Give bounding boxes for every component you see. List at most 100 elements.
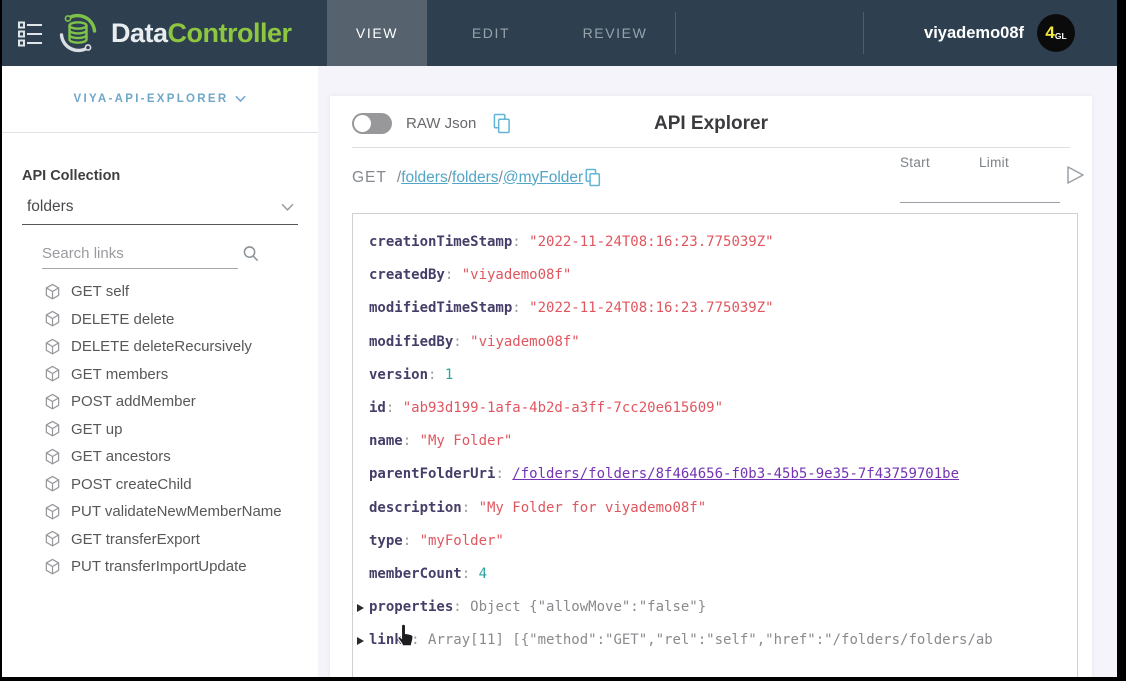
json-row-type: type: "myFolder"	[353, 525, 1077, 558]
collection-selector[interactable]: VIYA-API-EXPLORER	[2, 66, 318, 133]
copy-icon[interactable]	[493, 113, 511, 134]
json-value: "My Folder for viyademo08f"	[479, 500, 707, 516]
cube-icon	[44, 283, 61, 301]
json-row-modifiedTimeStamp: modifiedTimeStamp: "2022-11-24T08:16:23.…	[353, 292, 1077, 325]
search-links-input[interactable]	[42, 245, 241, 262]
json-key: modifiedTimeStamp	[369, 300, 512, 316]
sidebar-link-transferImportUpdate[interactable]: PUT transferImportUpdate	[44, 553, 298, 581]
badge-number: 4	[1045, 23, 1054, 43]
link-label: GET members	[71, 366, 168, 383]
json-row-parentFolderUri: parentFolderUri: /folders/folders/8f4646…	[353, 458, 1077, 491]
cube-icon	[44, 338, 61, 356]
json-colon: :	[512, 300, 529, 316]
path-segment-folders[interactable]: folders	[401, 169, 448, 187]
chevron-down-icon	[281, 203, 294, 212]
json-value[interactable]: /folders/folders/8f464656-f0b3-45b5-9e35…	[512, 466, 959, 482]
expander-icon[interactable]	[357, 637, 364, 645]
tab-review[interactable]: REVIEW	[555, 0, 675, 66]
tab-view[interactable]: VIEW	[327, 0, 427, 66]
json-colon: :	[403, 433, 420, 449]
api-collection-value: folders	[27, 198, 74, 216]
json-value: "viyademo08f"	[470, 334, 580, 350]
sidebar-link-transferExport[interactable]: GET transferExport	[44, 526, 298, 554]
json-key: modifiedBy	[369, 334, 453, 350]
cube-icon	[44, 393, 61, 411]
json-value: "2022-11-24T08:16:23.775039Z"	[529, 234, 773, 250]
json-row-description: description: "My Folder for viyademo08f"	[353, 492, 1077, 525]
json-row-version: version: 1	[353, 359, 1077, 392]
sidebar-link-delete[interactable]: DELETE delete	[44, 306, 298, 334]
json-key: description	[369, 500, 462, 516]
sidebar-link-addMember[interactable]: POST addMember	[44, 388, 298, 416]
limit-label: Limit	[979, 155, 1009, 170]
sidebar-body: API Collection folders GET se	[2, 168, 318, 581]
link-label: DELETE deleteRecursively	[71, 338, 252, 355]
card-header: RAW Json API Explorer	[352, 96, 1070, 148]
page-title: API Explorer	[654, 113, 768, 135]
json-colon: :	[403, 533, 420, 549]
json-key[interactable]: links	[369, 632, 411, 648]
sidebar: VIYA-API-EXPLORER API Collection folders	[2, 66, 318, 677]
expander-icon[interactable]	[357, 604, 364, 612]
json-key[interactable]: properties	[369, 599, 453, 615]
link-label: POST addMember	[71, 393, 196, 410]
api-collection-label: API Collection	[22, 168, 298, 184]
paging-input[interactable]	[900, 202, 1060, 203]
sidebar-link-up[interactable]: GET up	[44, 416, 298, 444]
sidebar-link-createChild[interactable]: POST createChild	[44, 471, 298, 499]
execute-request-button[interactable]	[1064, 164, 1086, 186]
link-label: PUT validateNewMemberName	[71, 503, 282, 520]
link-label: DELETE delete	[71, 311, 174, 328]
copy-icon[interactable]	[585, 168, 601, 187]
cube-icon	[44, 420, 61, 438]
search-icon[interactable]	[241, 244, 260, 263]
json-colon: :	[495, 466, 512, 482]
brand-wordmark: DataController	[111, 18, 292, 49]
json-value: "My Folder"	[420, 433, 513, 449]
json-key: createdBy	[369, 267, 445, 283]
json-key: parentFolderUri	[369, 466, 495, 482]
json-value: "2022-11-24T08:16:23.775039Z"	[529, 300, 773, 316]
toggle-knob	[354, 115, 371, 132]
cube-icon	[44, 530, 61, 548]
chevron-down-icon	[235, 95, 246, 103]
sidebar-link-validateNewMemberName[interactable]: PUT validateNewMemberName	[44, 498, 298, 526]
raw-json-label: RAW Json	[406, 115, 476, 132]
sidebar-link-deleteRecursively[interactable]: DELETE deleteRecursively	[44, 333, 298, 361]
json-key: type	[369, 533, 403, 549]
json-colon: :	[512, 234, 529, 250]
sidebar-link-ancestors[interactable]: GET ancestors	[44, 443, 298, 471]
json-key: memberCount	[369, 566, 462, 582]
path-segment-folders[interactable]: folders	[452, 169, 499, 187]
json-row-name: name: "My Folder"	[353, 425, 1077, 458]
json-colon: :	[462, 566, 479, 582]
paging-labels: Start Limit	[900, 155, 1060, 170]
screen-frame: DataController VIEWEDITREVIEW viyademo08…	[2, 0, 1117, 677]
link-label: POST createChild	[71, 476, 192, 493]
json-row-id: id: "ab93d199-1afa-4b2d-a3ff-7cc20e61560…	[353, 392, 1077, 425]
json-row-modifiedBy: modifiedBy: "viyademo08f"	[353, 326, 1077, 359]
tab-edit[interactable]: EDIT	[427, 0, 555, 66]
api-collection-select[interactable]: folders	[22, 195, 298, 225]
json-colon: :	[428, 367, 445, 383]
json-value: Object {"allowMove":"false"}	[470, 599, 706, 615]
cube-icon	[44, 475, 61, 493]
json-row-creationTimeStamp: creationTimeStamp: "2022-11-24T08:16:23.…	[353, 226, 1077, 259]
json-colon: :	[411, 632, 428, 648]
sidebar-link-members[interactable]: GET members	[44, 361, 298, 389]
4gl-badge[interactable]: 4 GL	[1037, 14, 1075, 52]
json-row-memberCount: memberCount: 4	[353, 558, 1077, 591]
cube-icon	[44, 448, 61, 466]
json-row-properties: properties: Object {"allowMove":"false"}	[353, 591, 1077, 624]
tree-menu-icon[interactable]	[15, 18, 45, 48]
json-key: version	[369, 367, 428, 383]
api-explorer-card: RAW Json API Explorer GET /folders/folde…	[330, 96, 1092, 677]
user-area: viyademo08f 4 GL	[864, 0, 1117, 66]
path-segment-@myFolder[interactable]: @myFolder	[503, 169, 583, 187]
raw-json-toggle[interactable]	[352, 113, 392, 134]
sidebar-link-self[interactable]: GET self	[44, 278, 298, 306]
json-colon: :	[453, 599, 470, 615]
request-line: GET /folders/folders/@myFolder	[352, 168, 601, 187]
link-label: GET transferExport	[71, 531, 200, 548]
app-header: DataController VIEWEDITREVIEW viyademo08…	[2, 0, 1117, 66]
